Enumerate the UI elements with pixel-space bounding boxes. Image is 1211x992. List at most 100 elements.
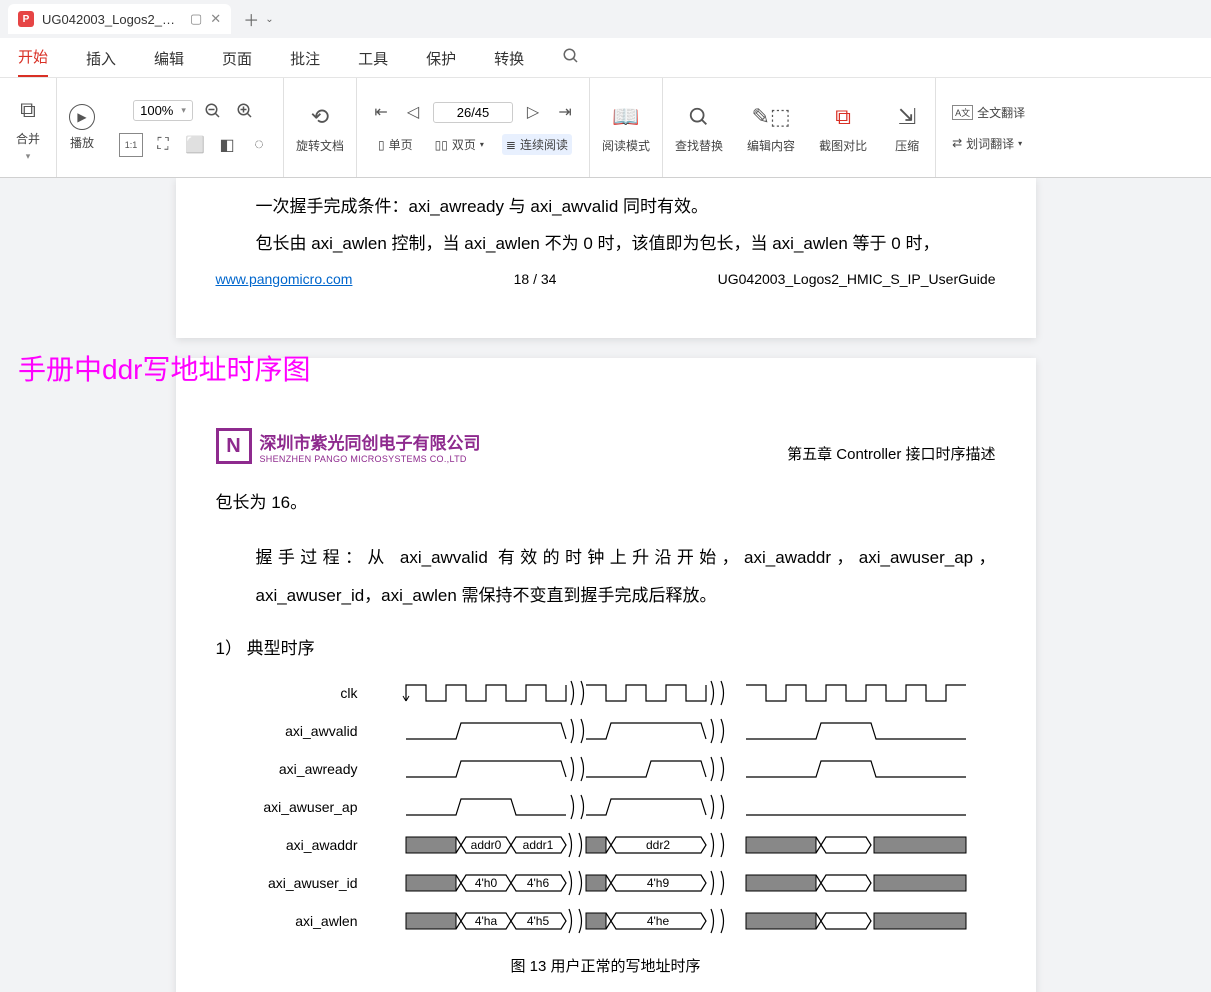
screenshot-icon[interactable]: ⧉: [827, 101, 859, 133]
footer-doc-id: UG042003_Logos2_HMIC_S_IP_UserGuide: [718, 271, 996, 287]
search-label: 查找替换: [675, 137, 723, 154]
logo-icon: N: [216, 428, 252, 464]
body-text: 握手过程：从 axi_awvalid 有效的时钟上升沿开始，axi_awaddr…: [256, 539, 996, 614]
actual-size-icon[interactable]: ◌: [247, 133, 271, 157]
timing-diagram: clk axi_awvalid axi_awready: [216, 674, 996, 940]
menu-search-icon[interactable]: [562, 47, 580, 77]
signal-label-awready: axi_awready: [216, 761, 376, 777]
rotate-group: ⟲ 旋转文档: [284, 78, 357, 177]
continuous-button[interactable]: ≣连续阅读: [502, 134, 572, 155]
next-page-icon[interactable]: ▷: [521, 100, 545, 124]
fit-height-icon[interactable]: ⬜: [183, 133, 207, 157]
merge-group: ⧉ 合并 ▾: [0, 78, 57, 177]
menu-page[interactable]: 页面: [222, 48, 252, 77]
pdf-page-18: 一次握手完成条件：axi_awready 与 axi_awvalid 同时有效。…: [176, 178, 1036, 338]
signal-label-awaddr: axi_awaddr: [216, 837, 376, 853]
reading-mode-icon[interactable]: 📖: [610, 101, 642, 133]
last-page-icon[interactable]: ⇥: [553, 100, 577, 124]
figure-caption: 图 13 用户正常的写地址时序: [216, 955, 996, 976]
translate-group: A文全文翻译 ⇄划词翻译▾: [936, 78, 1041, 177]
menu-protect[interactable]: 保护: [426, 48, 456, 77]
signal-label-awvalid: axi_awvalid: [216, 723, 376, 739]
menu-bar: 开始 插入 编辑 页面 批注 工具 保护 转换: [0, 38, 1211, 78]
first-page-icon[interactable]: ⇤: [369, 100, 393, 124]
menu-insert[interactable]: 插入: [86, 48, 116, 77]
fit-width-icon[interactable]: 1:1: [119, 133, 143, 157]
company-name-en: SHENZHEN PANGO MICROSYSTEMS CO.,LTD: [260, 454, 481, 464]
chapter-title: 第五章 Controller 接口时序描述: [787, 443, 995, 464]
footer-page-num: 18 / 34: [514, 271, 557, 287]
signal-label-awuser-id: axi_awuser_id: [216, 875, 376, 891]
edit-content-group: ✎⬚ 编辑内容: [735, 78, 807, 177]
svg-text:4'h6: 4'h6: [526, 876, 549, 890]
menu-annotate[interactable]: 批注: [290, 48, 320, 77]
section-heading: 1） 典型时序: [216, 634, 996, 659]
body-text: 一次握手完成条件：axi_awready 与 axi_awvalid 同时有效。: [256, 188, 996, 225]
zoom-in-icon[interactable]: [233, 99, 257, 123]
svg-text:4'h5: 4'h5: [526, 914, 549, 928]
zoom-value: 100%: [140, 103, 173, 118]
compress-icon[interactable]: ⇲: [891, 101, 923, 133]
page-input[interactable]: [433, 102, 513, 123]
full-translate-button[interactable]: A文全文翻译: [948, 102, 1029, 123]
toolbar: ⧉ 合并 ▾ ▶ 播放 100% ▾ 1:1 ⛶ ⬜ ◧ ◌ ⟲: [0, 78, 1211, 178]
document-viewport[interactable]: 手册中ddr写地址时序图 一次握手完成条件：axi_awready 与 axi_…: [0, 178, 1211, 992]
reading-mode-label: 阅读模式: [602, 137, 650, 154]
body-text: 包长由 axi_awlen 控制，当 axi_awlen 不为 0 时，该值即为…: [256, 225, 996, 262]
menu-start[interactable]: 开始: [18, 46, 48, 77]
zoom-out-icon[interactable]: [201, 99, 225, 123]
rotate-label: 旋转文档: [296, 137, 344, 154]
svg-text:addr0: addr0: [470, 838, 501, 852]
menu-convert[interactable]: 转换: [494, 48, 524, 77]
present-icon[interactable]: ▢: [190, 11, 202, 27]
close-icon[interactable]: ✕: [210, 11, 221, 27]
tab-title: UG042003_Logos2_HMIC_S: [42, 12, 182, 27]
search-icon[interactable]: [683, 101, 715, 133]
compress-label: 压缩: [895, 137, 919, 154]
fit-visible-icon[interactable]: ◧: [215, 133, 239, 157]
page-header: N 深圳市紫光同创电子有限公司 SHENZHEN PANGO MICROSYST…: [216, 378, 996, 464]
menu-tools[interactable]: 工具: [358, 48, 388, 77]
signal-label-awlen: axi_awlen: [216, 913, 376, 929]
body-text: 包长为 16。: [216, 484, 996, 521]
menu-edit[interactable]: 编辑: [154, 48, 184, 77]
search-group: 查找替换: [663, 78, 735, 177]
tab-bar: P UG042003_Logos2_HMIC_S ▢ ✕ ＋ ⌄: [0, 0, 1211, 38]
signal-label-awuser-ap: axi_awuser_ap: [216, 799, 376, 815]
merge-icon[interactable]: ⧉: [12, 94, 44, 126]
play-group: ▶ 播放: [57, 78, 107, 177]
compress-group: ⇲ 压缩: [879, 78, 936, 177]
page-footer: www.pangomicro.com 18 / 34 UG042003_Logo…: [216, 271, 996, 287]
svg-text:4'he: 4'he: [646, 914, 669, 928]
fit-page-icon[interactable]: ⛶: [151, 133, 175, 157]
svg-text:4'h9: 4'h9: [646, 876, 669, 890]
word-translate-button[interactable]: ⇄划词翻译▾: [948, 133, 1026, 154]
double-page-button[interactable]: ▯▯双页▾: [431, 134, 488, 155]
signal-label-clk: clk: [216, 685, 376, 701]
svg-text:ddr2: ddr2: [645, 838, 669, 852]
nav-group: ⇤ ◁ ▷ ⇥ ▯单页 ▯▯双页▾ ≣连续阅读: [357, 78, 590, 177]
company-logo: N 深圳市紫光同创电子有限公司 SHENZHEN PANGO MICROSYST…: [216, 428, 481, 464]
zoom-group: 100% ▾ 1:1 ⛶ ⬜ ◧ ◌: [107, 78, 284, 177]
merge-label: 合并: [16, 130, 40, 147]
single-page-button[interactable]: ▯单页: [374, 134, 417, 155]
new-tab-button[interactable]: ＋: [243, 7, 259, 31]
svg-text:4'h0: 4'h0: [474, 876, 497, 890]
play-icon[interactable]: ▶: [69, 104, 95, 130]
edit-content-icon[interactable]: ✎⬚: [755, 101, 787, 133]
screenshot-group: ⧉ 截图对比: [807, 78, 879, 177]
user-annotation: 手册中ddr写地址时序图: [18, 348, 310, 388]
footer-link[interactable]: www.pangomicro.com: [216, 271, 353, 287]
pdf-icon: P: [18, 11, 34, 27]
tab-menu-icon[interactable]: ⌄: [265, 14, 273, 25]
screenshot-label: 截图对比: [819, 137, 867, 154]
company-name-cn: 深圳市紫光同创电子有限公司: [260, 429, 481, 454]
prev-page-icon[interactable]: ◁: [401, 100, 425, 124]
svg-text:4'ha: 4'ha: [474, 914, 497, 928]
reading-mode-group: 📖 阅读模式: [590, 78, 663, 177]
document-tab[interactable]: P UG042003_Logos2_HMIC_S ▢ ✕: [8, 4, 231, 34]
rotate-icon[interactable]: ⟲: [304, 101, 336, 133]
edit-content-label: 编辑内容: [747, 137, 795, 154]
zoom-select[interactable]: 100% ▾: [133, 100, 193, 121]
svg-text:addr1: addr1: [522, 838, 553, 852]
